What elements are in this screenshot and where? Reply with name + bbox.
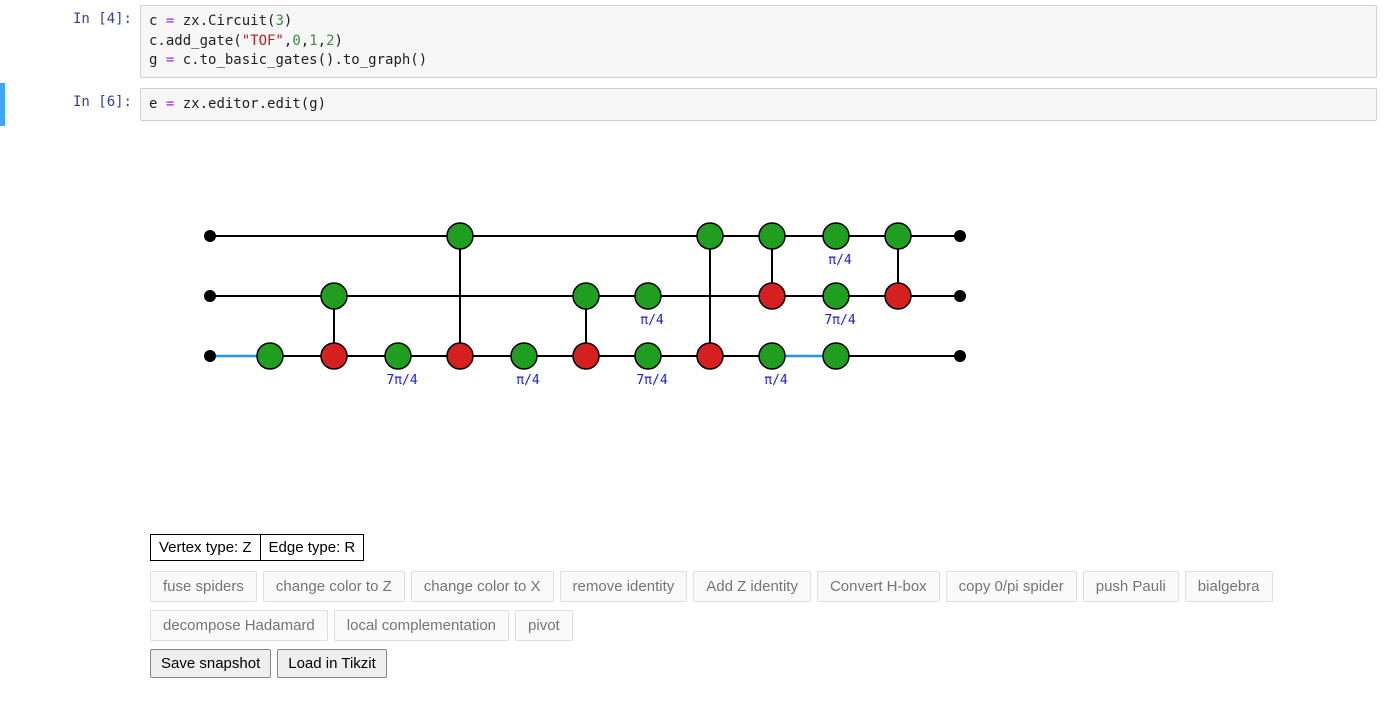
rewrite-buttons-row-1: fuse spiderschange color to Zchange colo… <box>150 571 1397 602</box>
x-spider[interactable] <box>885 283 911 309</box>
boundary-node[interactable] <box>954 230 966 242</box>
phase-label: 7π/4 <box>636 373 667 388</box>
phase-label: π/4 <box>764 373 788 388</box>
z-spider[interactable] <box>447 223 473 249</box>
zx-graph-canvas[interactable]: 7π/4 π/4 π/4 7π/4 π/4 π/4 7π/4 <box>150 146 1150 526</box>
boundary-node[interactable] <box>204 290 216 302</box>
x-spider[interactable] <box>447 343 473 369</box>
z-spider[interactable] <box>759 223 785 249</box>
phase-label: π/4 <box>828 253 852 268</box>
z-spider[interactable] <box>635 343 661 369</box>
editor-output: 7π/4 π/4 π/4 7π/4 π/4 π/4 7π/4 <box>150 146 1397 526</box>
z-spider[interactable] <box>257 343 283 369</box>
x-spider[interactable] <box>573 343 599 369</box>
boundary-node[interactable] <box>204 350 216 362</box>
rewrite-btn-fuse-spiders[interactable]: fuse spiders <box>150 571 257 602</box>
z-spider[interactable] <box>635 283 661 309</box>
code-cell-6: In [6]: e = zx.editor.edit(g) <box>0 83 1397 127</box>
code-cell-4: In [4]: c = zx.Circuit(3) c.add_gate("TO… <box>0 0 1397 83</box>
z-spider[interactable] <box>385 343 411 369</box>
phase-label: π/4 <box>516 373 540 388</box>
z-spider[interactable] <box>759 343 785 369</box>
boundary-node[interactable] <box>204 230 216 242</box>
z-spider[interactable] <box>321 283 347 309</box>
rewrite-btn-convert-h-box[interactable]: Convert H-box <box>817 571 940 602</box>
rewrite-btn-copy-0-pi-spider[interactable]: copy 0/pi spider <box>946 571 1077 602</box>
input-prompt: In [6]: <box>0 88 140 122</box>
phase-label: π/4 <box>640 313 664 328</box>
action-btn-load-in-tikzit[interactable]: Load in Tikzit <box>277 649 387 678</box>
edge-type-toggle[interactable]: Edge type: R <box>261 534 365 561</box>
rewrite-btn-change-color-to-x[interactable]: change color to X <box>411 571 554 602</box>
z-spider[interactable] <box>823 343 849 369</box>
type-selector-row: Vertex type: Z Edge type: R <box>150 534 1397 561</box>
rewrite-btn-bialgebra[interactable]: bialgebra <box>1185 571 1273 602</box>
z-spider[interactable] <box>823 283 849 309</box>
rewrite-btn-decompose-hadamard[interactable]: decompose Hadamard <box>150 610 328 641</box>
rewrite-btn-push-pauli[interactable]: push Pauli <box>1083 571 1179 602</box>
action-buttons-row: Save snapshotLoad in Tikzit <box>150 649 1397 678</box>
rewrite-btn-remove-identity[interactable]: remove identity <box>560 571 688 602</box>
z-spider[interactable] <box>823 223 849 249</box>
editor-toolbar: Vertex type: Z Edge type: R fuse spiders… <box>150 534 1397 678</box>
z-spider[interactable] <box>511 343 537 369</box>
x-spider[interactable] <box>759 283 785 309</box>
vertex-type-toggle[interactable]: Vertex type: Z <box>150 534 261 561</box>
z-spider[interactable] <box>573 283 599 309</box>
phase-label: 7π/4 <box>824 313 855 328</box>
rewrite-btn-local-complementation[interactable]: local complementation <box>334 610 509 641</box>
boundary-node[interactable] <box>954 350 966 362</box>
z-spider[interactable] <box>697 223 723 249</box>
action-btn-save-snapshot[interactable]: Save snapshot <box>150 649 271 678</box>
x-spider[interactable] <box>321 343 347 369</box>
code-input[interactable]: e = zx.editor.edit(g) <box>140 88 1377 122</box>
phase-label: 7π/4 <box>386 373 417 388</box>
x-spider[interactable] <box>697 343 723 369</box>
input-prompt: In [4]: <box>0 5 140 78</box>
rewrite-buttons-row-2: decompose Hadamardlocal complementationp… <box>150 610 1397 641</box>
code-input[interactable]: c = zx.Circuit(3) c.add_gate("TOF",0,1,2… <box>140 5 1377 78</box>
rewrite-btn-add-z-identity[interactable]: Add Z identity <box>693 571 811 602</box>
rewrite-btn-pivot[interactable]: pivot <box>515 610 573 641</box>
boundary-node[interactable] <box>954 290 966 302</box>
z-spider[interactable] <box>885 223 911 249</box>
rewrite-btn-change-color-to-z[interactable]: change color to Z <box>263 571 405 602</box>
zx-graph-svg[interactable]: 7π/4 π/4 π/4 7π/4 π/4 π/4 7π/4 <box>150 146 1150 526</box>
